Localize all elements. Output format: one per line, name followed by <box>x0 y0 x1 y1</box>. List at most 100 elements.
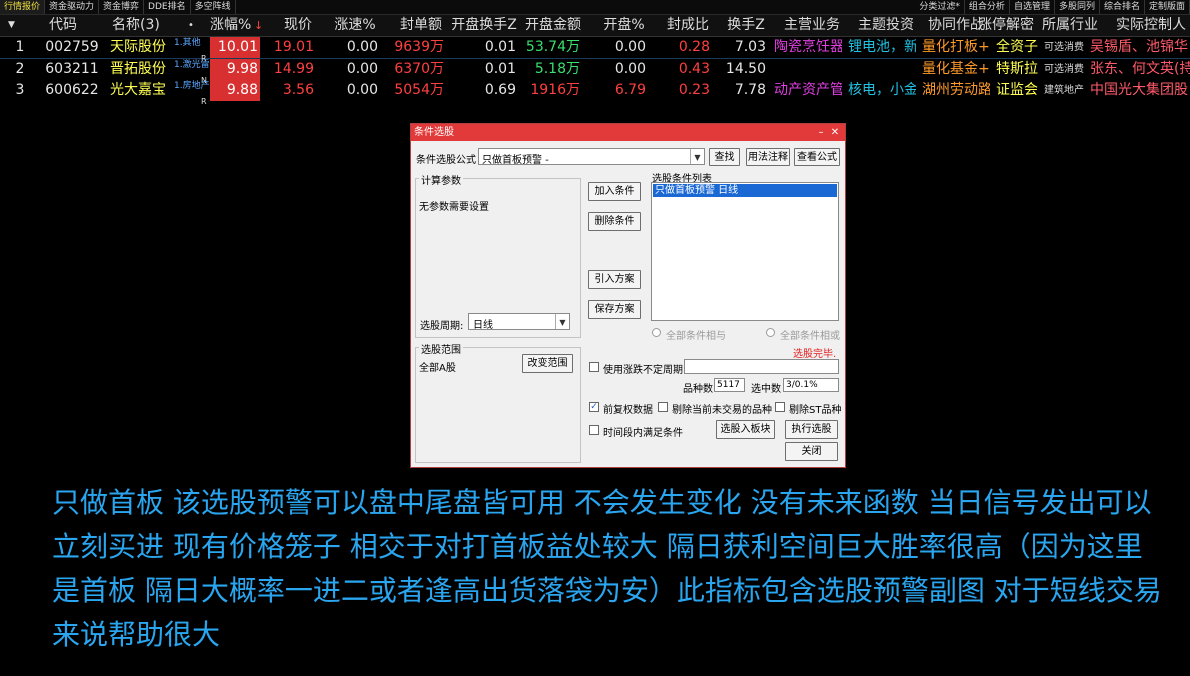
tab-quotes[interactable]: 行情报价 <box>0 0 46 14</box>
add-to-block-button[interactable]: 选股入板块 <box>716 420 775 439</box>
seal-ratio: 0.23 <box>678 82 710 98</box>
use-period-checkbox[interactable] <box>589 362 599 372</box>
prerights-label: 前复权数据 <box>603 405 653 416</box>
import-plan-button[interactable]: 引入方案 <box>588 270 641 289</box>
theme-investment: 核电，小金 <box>848 82 916 98</box>
formula-value: 只做首板预警 - <box>482 155 549 166</box>
header-seal-ratio[interactable]: 封成比 <box>664 15 712 36</box>
column-menu-icon[interactable]: ▼ <box>8 15 22 36</box>
selected-label: 选中数 <box>751 384 781 395</box>
controller: 吴锡盾、池锦华 <box>1090 39 1188 55</box>
condition-list-item[interactable]: 只做首板预警 日线 <box>653 184 837 197</box>
status-text: 选股完毕. <box>793 349 837 360</box>
header-main-business[interactable]: 主营业务 <box>780 15 844 36</box>
table-header: ▼ 代码 名称(3) • 涨幅% ↓ 现价 涨速% 封单额 开盘换手Z 开盘金额… <box>0 15 1190 37</box>
chevron-down-icon[interactable]: ▼ <box>690 149 704 164</box>
synergy: 湖州劳动路 <box>922 82 990 98</box>
tab-fund-drive[interactable]: 资金驱动力 <box>45 0 100 14</box>
stock-code: 603211 <box>45 61 99 77</box>
header-limit-reason[interactable]: 涨停解密 <box>978 15 1038 36</box>
tab-long-short[interactable]: 多空阵线 <box>191 0 236 14</box>
main-business: 陶瓷烹饪器 <box>774 39 842 55</box>
and-radio[interactable] <box>652 328 661 337</box>
change-pct: 9.88 <box>210 80 260 101</box>
open-amount: 53.74万 <box>525 39 580 55</box>
exclude-st-label: 剔除ST品种 <box>789 405 842 416</box>
header-open-turnover[interactable]: 开盘换手Z <box>448 15 520 36</box>
table-row[interactable]: 1 002759 天际股份 1.其他 R 10.01 19.01 0.00 96… <box>0 37 1190 63</box>
price: 3.56 <box>282 82 314 98</box>
controller: 中国光大集团股 <box>1090 82 1188 98</box>
params-group-title: 计算参数 <box>419 172 463 187</box>
concept-tag: 1.激光雷 <box>174 60 210 70</box>
range-group-title: 选股范围 <box>419 341 463 356</box>
header-code[interactable]: 代码 <box>42 15 84 36</box>
open-turnover: 0.01 <box>484 39 516 55</box>
row-index: 1 <box>15 39 25 55</box>
open-amount: 5.18万 <box>534 61 580 77</box>
tab-fund-game[interactable]: 资金博弈 <box>99 0 145 14</box>
header-industry[interactable]: 所属行业 <box>1042 15 1106 36</box>
condition-list[interactable]: 只做首板预警 日线 <box>651 182 839 321</box>
minimize-icon[interactable]: – <box>815 124 827 141</box>
tab-custom-layout[interactable]: 定制版面 <box>1145 0 1190 14</box>
speed: 0.00 <box>346 39 378 55</box>
save-plan-button[interactable]: 保存方案 <box>588 300 641 319</box>
header-open-pct[interactable]: 开盘% <box>598 15 650 36</box>
exclude-st-checkbox[interactable] <box>775 402 785 412</box>
find-button[interactable]: 查找 <box>709 148 740 166</box>
time-range-label: 时间段内满足条件 <box>603 428 683 439</box>
tab-watchlist-manage[interactable]: 自选管理 <box>1010 0 1055 14</box>
header-theme[interactable]: 主题投资 <box>854 15 918 36</box>
view-formula-button[interactable]: 查看公式 <box>794 148 840 166</box>
stock-code: 600622 <box>45 82 99 98</box>
close-button[interactable]: 关闭 <box>785 442 838 461</box>
header-dot: • <box>188 20 194 31</box>
header-turnover[interactable]: 换手Z <box>724 15 768 36</box>
close-icon[interactable]: ✕ <box>829 124 841 141</box>
open-turnover: 0.01 <box>484 61 516 77</box>
change-pct: 9.98 <box>210 59 260 80</box>
turnover: 14.50 <box>725 61 766 77</box>
params-text: 无参数需要设置 <box>419 202 489 213</box>
exclude-untraded-label: 剔除当前未交易的品种 <box>672 405 772 416</box>
stock-name: 天际股份 <box>110 39 166 55</box>
concept-tag: 1.其他 <box>174 38 201 48</box>
table-row[interactable]: 2 603211 晋拓股份 1.激光雷 N 9.98 14.99 0.00 63… <box>0 59 1190 85</box>
time-range-checkbox[interactable] <box>589 425 599 435</box>
seal-amount: 9639万 <box>394 39 444 55</box>
header-name[interactable]: 名称(3) <box>112 15 172 36</box>
header-synergy[interactable]: 协同作战 <box>928 15 982 36</box>
table-row[interactable]: 3 600622 光大嘉宝 1.房地产 R 9.88 3.56 0.00 505… <box>0 80 1190 106</box>
tab-category-filter[interactable]: 分类过滤* <box>915 0 965 14</box>
synergy: 量化打板+ <box>922 39 990 55</box>
header-open-amount[interactable]: 开盘金额 <box>522 15 584 36</box>
header-change-pct[interactable]: 涨幅% <box>210 15 254 36</box>
or-radio[interactable] <box>766 328 775 337</box>
tab-dde-rank[interactable]: DDE排名 <box>144 0 191 14</box>
usage-notes-button[interactable]: 用法注释 <box>746 148 790 166</box>
formula-select[interactable]: 只做首板预警 - ▼ <box>478 148 705 166</box>
period-select[interactable]: 日线 ▼ <box>468 313 570 331</box>
open-pct: 6.79 <box>614 82 646 98</box>
tab-portfolio-analysis[interactable]: 组合分析 <box>965 0 1010 14</box>
stock-code: 002759 <box>45 39 99 55</box>
execute-button[interactable]: 执行选股 <box>785 420 838 439</box>
tab-multi-stock[interactable]: 多股同列 <box>1055 0 1100 14</box>
header-seal-amount[interactable]: 封单额 <box>396 15 446 36</box>
stock-name: 光大嘉宝 <box>110 82 166 98</box>
chevron-down-icon[interactable]: ▼ <box>555 314 569 329</box>
dialog-title: 条件选股 <box>411 124 845 141</box>
change-range-button[interactable]: 改变范围 <box>522 354 573 373</box>
prerights-checkbox[interactable]: ✓ <box>589 402 599 412</box>
header-controller[interactable]: 实际控制人 <box>1116 15 1190 36</box>
period-input[interactable] <box>684 359 839 374</box>
exclude-untraded-checkbox[interactable] <box>658 402 668 412</box>
header-speed[interactable]: 涨速% <box>330 15 380 36</box>
delete-condition-button[interactable]: 删除条件 <box>588 212 641 231</box>
limit-reason: 特斯拉 <box>996 61 1038 77</box>
tab-overall-rank[interactable]: 综合排名 <box>1100 0 1145 14</box>
caption-text: 只做首板 该选股预警可以盘中尾盘皆可用 不会发生变化 没有未来函数 当日信号发出… <box>52 486 1162 651</box>
add-condition-button[interactable]: 加入条件 <box>588 182 641 201</box>
header-price[interactable]: 现价 <box>278 15 318 36</box>
